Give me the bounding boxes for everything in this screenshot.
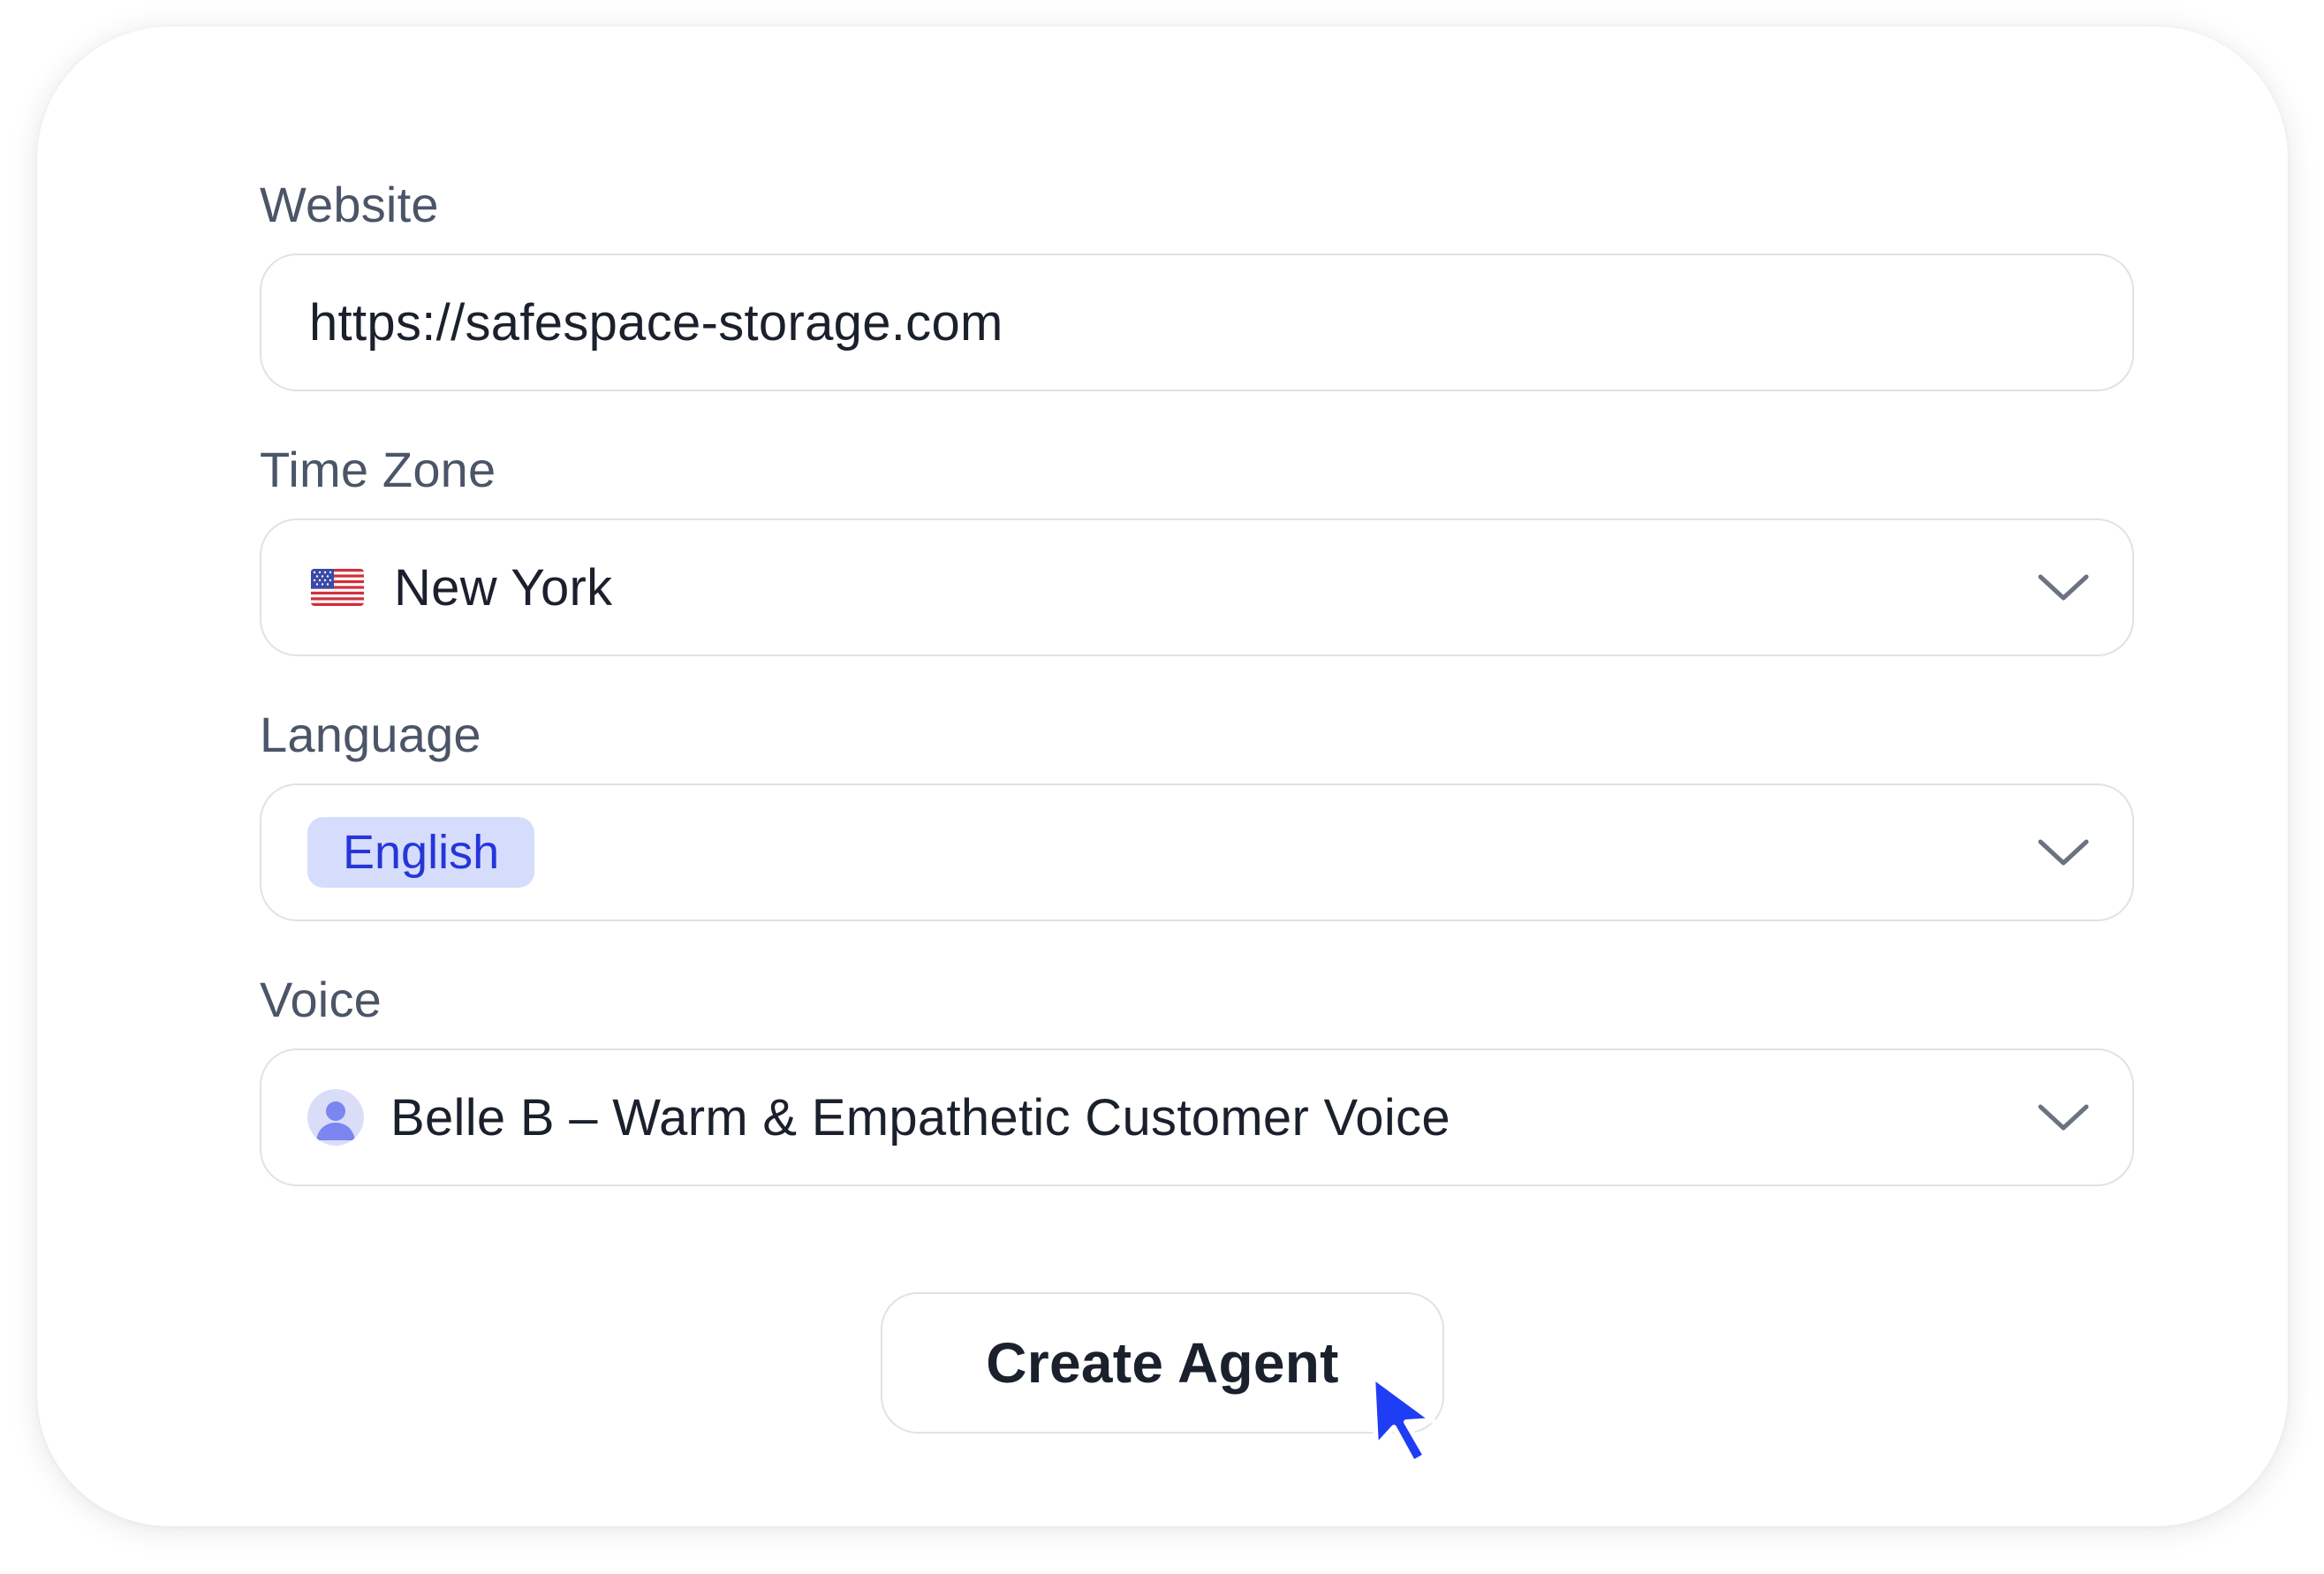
chevron-down-icon <box>2038 1104 2089 1131</box>
language-label: Language <box>260 707 481 762</box>
create-agent-button[interactable]: Create Agent <box>881 1292 1444 1434</box>
language-chip-english[interactable]: English <box>307 817 535 888</box>
voice-label: Voice <box>260 972 382 1027</box>
voice-value: Belle B – Warm & Empathetic Customer Voi… <box>390 1088 1450 1146</box>
us-flag-icon <box>311 569 364 606</box>
voice-select[interactable]: Belle B – Warm & Empathetic Customer Voi… <box>260 1048 2134 1186</box>
timezone-value: New York <box>394 558 613 617</box>
timezone-label: Time Zone <box>260 442 496 497</box>
website-label: Website <box>260 177 439 232</box>
timezone-select[interactable]: New York <box>260 518 2134 656</box>
person-avatar-icon <box>307 1089 364 1146</box>
website-value: https://safespace-storage.com <box>309 293 1003 352</box>
website-input[interactable]: https://safespace-storage.com <box>260 254 2134 391</box>
page: Website https://safespace-storage.com Ti… <box>0 0 2324 1574</box>
chevron-down-icon <box>2038 839 2089 866</box>
mouse-pointer-icon <box>1370 1373 1435 1465</box>
language-select[interactable]: English <box>260 783 2134 921</box>
chevron-down-icon <box>2038 574 2089 601</box>
